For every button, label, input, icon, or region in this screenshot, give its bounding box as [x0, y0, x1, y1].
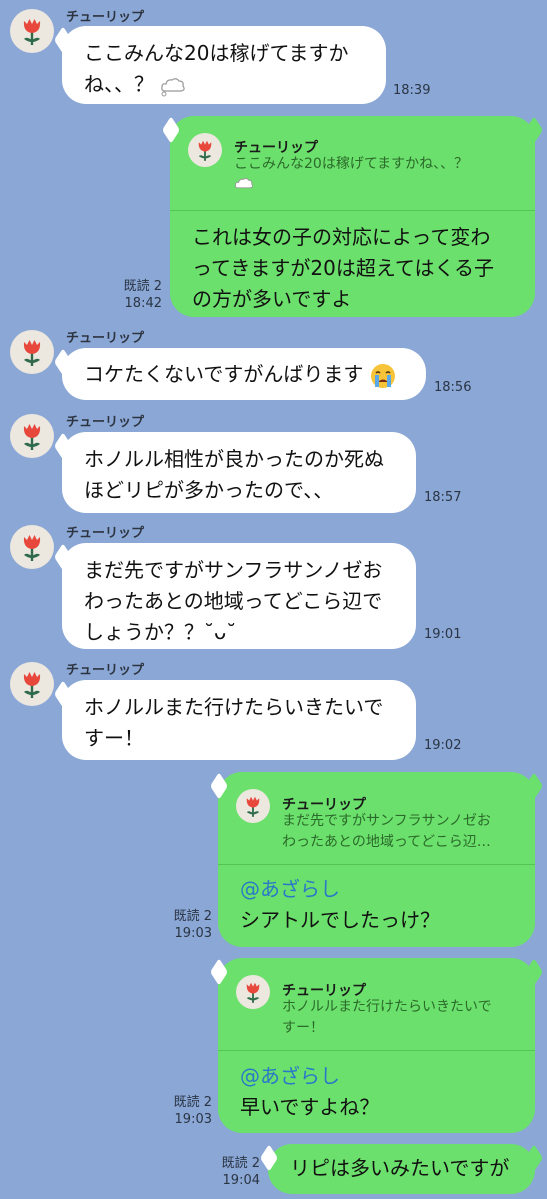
tulip-icon [22, 670, 42, 700]
quoted-message[interactable]: チューリップ まだ先ですがサンフラサンノゼお わったあとの地域ってどこら辺… [218, 772, 535, 865]
timestamp: 19:01 [424, 627, 462, 642]
message-line: すー！ [84, 726, 144, 750]
outgoing-reply-bubble[interactable]: チューリップ ホノルルまた行けたらいきたいで すー！ @あざらし 早いですよね？ [218, 958, 535, 1133]
sender-name: チューリップ [66, 10, 145, 25]
timestamp: 19:03 [174, 1112, 212, 1127]
timestamp: 19:02 [424, 738, 462, 753]
message-line: ってきますが20は超えてはくる子 [192, 256, 495, 280]
message-line: の方が多いですよ [192, 287, 352, 311]
avatar[interactable] [10, 414, 54, 458]
message-line: ね、、？ [84, 72, 154, 96]
sender-name: チューリップ [66, 415, 145, 430]
crying-face-emoji-icon [370, 363, 395, 388]
read-receipt: 既読 2 [221, 1156, 260, 1171]
read-receipt: 既読 2 [123, 279, 162, 294]
avatar[interactable] [10, 330, 54, 374]
cloud-emoji-icon [234, 177, 254, 189]
message-line: まだ先ですがサンフラサンノゼお [84, 558, 383, 582]
message-line: コケたくないですがんばります [84, 362, 364, 386]
message-line: 早いですよね？ [240, 1095, 380, 1119]
tulip-icon [197, 139, 213, 162]
timestamp: 18:57 [424, 490, 462, 505]
avatar [236, 975, 270, 1009]
timestamp: 18:56 [434, 380, 472, 395]
message-line: シアトルでしたっけ？ [240, 908, 440, 932]
incoming-message-bubble[interactable]: ホノルルまた行けたらいきたいで すー！ [62, 680, 416, 760]
tulip-icon [245, 981, 261, 1004]
incoming-message-bubble[interactable]: まだ先ですがサンフラサンノゼお わったあとの地域ってどこら辺で しょうか？？˘ᴗ… [62, 543, 416, 649]
message-line: ここみんな20は稼げてますか [84, 41, 349, 65]
cloud-emoji-icon [161, 77, 186, 96]
sender-name: チューリップ [66, 663, 145, 678]
message-line: しょうか？？˘ᴗ˘ [84, 620, 237, 644]
tulip-icon [22, 17, 42, 47]
incoming-message-bubble[interactable]: ホノルル相性が良かったのか死ぬ ほどリピが多かったので、、 [62, 432, 416, 513]
incoming-message-bubble[interactable]: ここみんな20は稼げてますか ね、、？ [62, 26, 386, 104]
tulip-icon [245, 795, 261, 818]
avatar [188, 133, 222, 167]
quoted-text: ここみんな20は稼げてますかね、、？ [234, 156, 469, 172]
outgoing-reply-bubble[interactable]: チューリップ ここみんな20は稼げてますかね、、？ これは女の子の対応によって変… [170, 116, 535, 317]
outgoing-reply-bubble[interactable]: チューリップ まだ先ですがサンフラサンノゼお わったあとの地域ってどこら辺… @… [218, 772, 535, 947]
message-line: リピは多いみたいですが [290, 1156, 510, 1180]
quoted-message[interactable]: チューリップ ホノルルまた行けたらいきたいで すー！ [218, 958, 535, 1051]
incoming-message-bubble[interactable]: コケたくないですがんばります [62, 348, 426, 400]
avatar[interactable] [10, 662, 54, 706]
message-line: ほどリピが多かったので、、 [84, 478, 334, 502]
timestamp: 19:03 [174, 926, 212, 941]
tulip-icon [22, 338, 42, 368]
tulip-icon [22, 422, 42, 452]
avatar[interactable] [10, 9, 54, 53]
message-line: ホノルルまた行けたらいきたいで [84, 695, 384, 719]
quoted-text: すー！ [282, 1020, 324, 1036]
message-line: これは女の子の対応によって変わ [192, 225, 491, 249]
sender-name: チューリップ [66, 331, 145, 346]
timestamp: 18:42 [124, 296, 162, 311]
outgoing-message-bubble[interactable]: リピは多いみたいですが [268, 1144, 535, 1194]
timestamp: 19:04 [222, 1173, 260, 1188]
read-receipt: 既読 2 [173, 1095, 212, 1110]
quoted-text: ホノルルまた行けたらいきたいで [282, 999, 492, 1015]
message-line: ホノルル相性が良かったのか死ぬ [84, 447, 384, 471]
message-line: わったあとの地域ってどこら辺で [84, 589, 383, 613]
avatar [236, 789, 270, 823]
mention-link[interactable]: @あざらし [240, 1061, 379, 1092]
avatar[interactable] [10, 525, 54, 569]
mention-link[interactable]: @あざらし [240, 874, 440, 905]
quoted-text: わったあとの地域ってどこら辺… [282, 834, 491, 850]
timestamp: 18:39 [393, 83, 431, 98]
quoted-message[interactable]: チューリップ ここみんな20は稼げてますかね、、？ [170, 116, 535, 211]
tulip-icon [22, 533, 42, 563]
read-receipt: 既読 2 [173, 909, 212, 924]
quoted-text: まだ先ですがサンフラサンノゼお [282, 813, 491, 829]
sender-name: チューリップ [66, 526, 145, 541]
